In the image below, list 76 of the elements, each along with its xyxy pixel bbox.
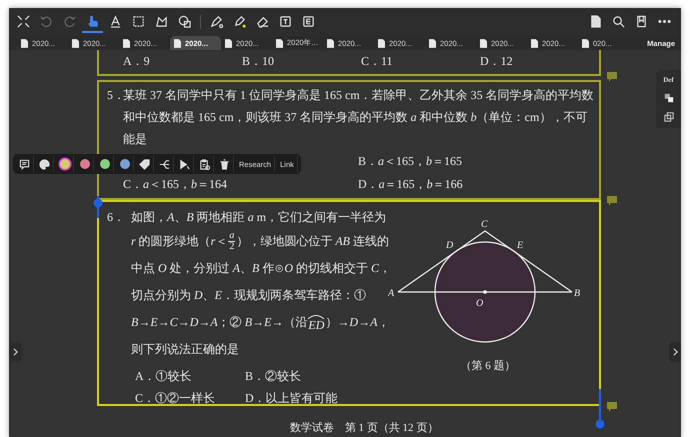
document-icon xyxy=(582,38,589,48)
document-icon xyxy=(378,38,385,48)
document-icon xyxy=(589,14,602,28)
answer-option: B．a＜165，b＝165 xyxy=(358,150,593,173)
textbox-icon xyxy=(279,14,292,28)
question-text: 某班 37 名同学中只有 1 位同学身高是 165 cm．若除甲、乙外其余 35 名同学身高的平均数 xyxy=(123,88,594,102)
answer-option: B．②较长 xyxy=(245,365,383,387)
selection-handle[interactable] xyxy=(595,389,605,429)
figure-caption: （第 6 题） xyxy=(460,359,516,373)
answer-option: C．11 xyxy=(361,53,480,70)
chevron-icon xyxy=(12,348,18,356)
trash-icon xyxy=(219,158,230,170)
tag-icon xyxy=(139,158,150,170)
bookmark-icon xyxy=(635,14,648,28)
arc-symbol-icon xyxy=(307,314,326,318)
question-text: 切点分别为 D、E．现规划两条驾车路径：① xyxy=(131,288,366,302)
question-text: 如图，A、B 两地相距 a m，它们之间有一半径为 xyxy=(131,210,386,224)
next-page-button[interactable] xyxy=(669,342,681,362)
selection-handle[interactable] xyxy=(93,196,103,218)
point-label: O xyxy=(476,298,484,309)
question-text: B→E→C→D→A；② B→E→（沿ED）→D→A， xyxy=(131,312,390,334)
comment-icon[interactable] xyxy=(607,72,617,82)
document-icon xyxy=(21,38,28,48)
undo-icon xyxy=(40,14,53,28)
color-swatch-button[interactable] xyxy=(56,156,74,172)
document-icon xyxy=(429,38,436,48)
document-icon xyxy=(174,38,181,48)
document-icon xyxy=(276,38,283,48)
duplicate-icon[interactable] xyxy=(664,112,674,122)
point-label: B xyxy=(574,288,580,299)
text-icon xyxy=(109,14,122,28)
point-label: C xyxy=(481,220,488,230)
highlight-frame[interactable]: A．9 B．10 C．11 D．12 xyxy=(97,50,601,76)
document-icon xyxy=(225,38,232,48)
hand-icon xyxy=(86,14,99,28)
previous-page-button[interactable] xyxy=(9,342,21,362)
question-text: 和中位数都是 165 cm，则该班 37 名同学身高的平均数 a 和中位数 b（单位：cm），不可 xyxy=(123,110,588,124)
answer-option: D．a＝165，b＝166 xyxy=(358,173,593,196)
page-footer: 数学试卷 第 1 页（共 12 页） xyxy=(97,420,601,435)
copy-icon[interactable] xyxy=(664,93,674,103)
answer-option: B．10 xyxy=(242,53,361,70)
fit-icon xyxy=(17,14,30,28)
pen-icon xyxy=(210,14,223,28)
comment-icon xyxy=(19,158,30,170)
question-number: 6． xyxy=(107,209,125,226)
formbox-icon xyxy=(302,14,315,28)
shapes-icon xyxy=(178,14,191,28)
point-label: D xyxy=(446,240,454,251)
answer-option: D．以上皆有可能 xyxy=(245,387,383,409)
question-text: 能是 xyxy=(123,132,147,146)
document-icon xyxy=(72,38,79,48)
question-text: 则下列说法正确的是 xyxy=(131,342,239,356)
question-number: 5． xyxy=(107,87,123,104)
search-icon xyxy=(612,14,625,28)
palette-icon xyxy=(39,158,50,170)
redo-icon xyxy=(63,14,76,28)
comment-icon[interactable] xyxy=(607,196,617,206)
answer-option: D．12 xyxy=(480,53,599,70)
document-icon xyxy=(531,38,538,48)
highlighter-icon xyxy=(233,14,246,28)
lasso-icon xyxy=(155,14,168,28)
answer-option: C．①②一样长 xyxy=(135,387,245,409)
document-icon xyxy=(480,38,487,48)
question-text: 中点 O 处，分别过 A、B 作⊙O 的切线相交于 C， xyxy=(131,261,392,275)
document-icon xyxy=(327,38,334,48)
rect-icon xyxy=(132,14,145,28)
answer-option: A．9 xyxy=(123,53,242,70)
branch-icon xyxy=(159,158,170,170)
document-icon xyxy=(123,38,130,48)
eraser-icon xyxy=(256,14,269,28)
clipboard-icon xyxy=(199,158,210,170)
comment-icon[interactable] xyxy=(607,402,617,412)
answer-option: A．①较长 xyxy=(135,365,245,387)
answer-option: C．a＜165，b＝164 xyxy=(123,173,358,196)
chevron-icon xyxy=(672,348,678,356)
point-label: E xyxy=(517,240,524,251)
